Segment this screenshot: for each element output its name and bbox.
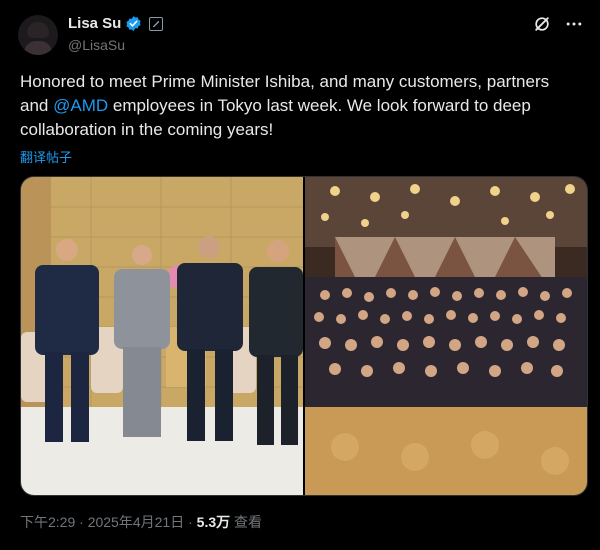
photo-meeting[interactable] [21, 177, 303, 495]
photo-group[interactable] [305, 177, 587, 495]
affiliate-badge-icon[interactable] [149, 16, 164, 31]
view-count: 5.3万 [196, 514, 231, 530]
views-label: 查看 [230, 514, 263, 530]
translate-post-link[interactable]: 翻译帖子 [20, 147, 72, 166]
post-actions-top [532, 14, 584, 34]
author-name-row: Lisa Su [68, 15, 164, 32]
post-date[interactable]: 2025年4月21日 [88, 514, 185, 530]
avatar[interactable] [18, 15, 58, 55]
more-options-icon[interactable] [564, 14, 584, 34]
mention-link[interactable]: @AMD [53, 96, 108, 115]
author-handle[interactable]: @LisaSu [68, 37, 125, 53]
author-name[interactable]: Lisa Su [68, 15, 121, 32]
post-card: Lisa Su @LisaSu Honored to meet Prime Mi… [0, 0, 600, 550]
verified-badge-icon[interactable] [125, 15, 142, 32]
post-text: Honored to meet Prime Minister Ishiba, a… [20, 70, 580, 142]
media-gallery [20, 176, 588, 496]
post-meta: 下午2:29 · 2025年4月21日 · 5.3万 查看 [20, 512, 262, 532]
meta-separator: · [184, 514, 197, 530]
post-time[interactable]: 下午2:29 [20, 514, 75, 530]
meta-separator: · [75, 514, 88, 530]
grok-icon[interactable] [532, 14, 552, 34]
